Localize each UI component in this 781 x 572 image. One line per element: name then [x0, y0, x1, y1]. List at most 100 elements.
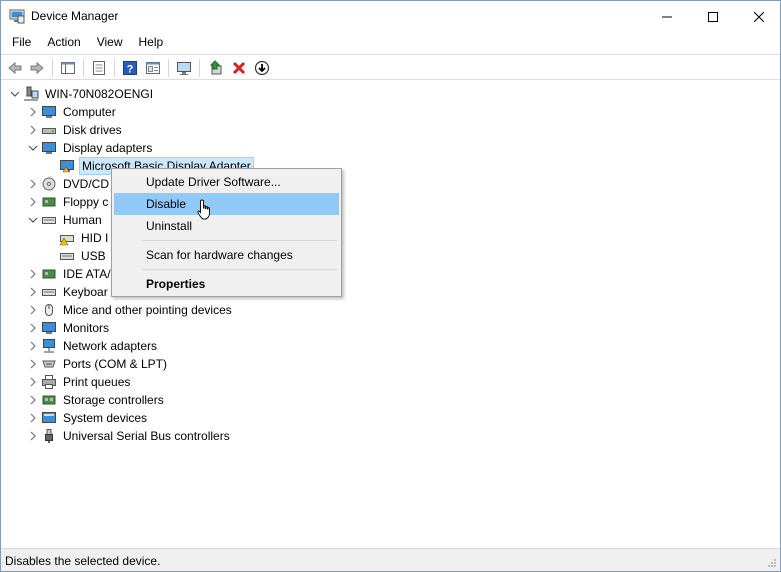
- close-button[interactable]: [736, 1, 781, 32]
- chevron-right-icon[interactable]: [25, 103, 41, 121]
- ide-controller-icon: [41, 266, 57, 282]
- uninstall-device-button[interactable]: [229, 58, 249, 78]
- tree-item-usb[interactable]: USB: [43, 247, 108, 265]
- menu-file[interactable]: File: [1, 32, 39, 53]
- chevron-down-icon[interactable]: [7, 85, 23, 103]
- usb-plug-icon: [41, 428, 57, 444]
- back-button[interactable]: [5, 58, 25, 78]
- tree-root[interactable]: WIN-70N082OENGI: [7, 85, 155, 103]
- display-adapter-icon: [41, 140, 57, 156]
- title-bar: Device Manager: [1, 1, 780, 32]
- tree-item-print-queues[interactable]: Print queues: [25, 373, 132, 391]
- hand-pointer-icon: [197, 199, 210, 220]
- device-manager-icon: [9, 8, 25, 24]
- chevron-right-icon[interactable]: [25, 283, 41, 301]
- window-title: Device Manager: [31, 9, 119, 23]
- minimize-button[interactable]: [644, 1, 690, 32]
- tree-item-monitors[interactable]: Monitors: [25, 319, 111, 337]
- chevron-right-icon[interactable]: [25, 193, 41, 211]
- chevron-right-icon[interactable]: [25, 301, 41, 319]
- update-driver-button[interactable]: [206, 58, 226, 78]
- show-hide-console-tree-button[interactable]: [58, 58, 78, 78]
- chevron-right-icon[interactable]: [25, 337, 41, 355]
- mouse-icon: [41, 302, 57, 318]
- tree-item-display-adapters[interactable]: Display adapters: [25, 139, 154, 157]
- menu-uninstall[interactable]: Uninstall: [114, 215, 339, 237]
- menu-help[interactable]: Help: [131, 32, 172, 53]
- status-bar: Disables the selected device.: [1, 548, 780, 571]
- chevron-right-icon[interactable]: [25, 391, 41, 409]
- status-text: Disables the selected device.: [5, 554, 161, 568]
- network-adapter-icon: [41, 338, 57, 354]
- monitor-icon: [41, 320, 57, 336]
- device-manager-window: Device Manager File Action View Help ? W…: [0, 0, 781, 572]
- chevron-right-icon[interactable]: [25, 121, 41, 139]
- maximize-button[interactable]: [690, 1, 736, 32]
- tree-item-human-interface[interactable]: Human: [25, 211, 104, 229]
- properties-icon: [93, 61, 105, 75]
- printer-icon: [41, 374, 57, 390]
- display-adapter-warning-icon: [59, 158, 75, 174]
- tree-item-ports[interactable]: Ports (COM & LPT): [25, 355, 169, 373]
- computer-icon: [41, 104, 57, 120]
- help-icon: ?: [123, 61, 137, 76]
- red-x-icon: [232, 61, 246, 75]
- tree-item-network-adapters[interactable]: Network adapters: [25, 337, 159, 355]
- tree-item-floppy[interactable]: Floppy c: [25, 193, 110, 211]
- tree-item-dvd-cd[interactable]: DVD/CD: [25, 175, 111, 193]
- menu-properties[interactable]: Properties: [114, 273, 339, 295]
- tree-item-mice[interactable]: Mice and other pointing devices: [25, 301, 234, 319]
- computer-network-icon: [23, 86, 39, 102]
- keyboard-icon: [41, 284, 57, 300]
- action-view-button[interactable]: [143, 58, 163, 78]
- help-button[interactable]: ?: [120, 58, 140, 78]
- menu-disable[interactable]: Disable: [114, 193, 339, 215]
- tree-item-storage-controllers[interactable]: Storage controllers: [25, 391, 166, 409]
- context-menu: Update Driver Software... Disable Uninst…: [111, 168, 342, 297]
- console-tree-icon: [61, 62, 75, 74]
- chevron-down-icon[interactable]: [25, 139, 41, 157]
- disk-drive-icon: [41, 122, 57, 138]
- forward-arrow-icon: [30, 61, 44, 75]
- hid-warning-icon: [59, 230, 75, 246]
- tree-item-ide-ata[interactable]: IDE ATA/: [25, 265, 113, 283]
- properties-toolbar-button[interactable]: [89, 58, 109, 78]
- tree-item-hid[interactable]: HID I: [43, 229, 110, 247]
- menu-update-driver[interactable]: Update Driver Software...: [114, 171, 339, 193]
- chevron-right-icon[interactable]: [25, 265, 41, 283]
- port-icon: [41, 356, 57, 372]
- chevron-right-icon[interactable]: [25, 355, 41, 373]
- resize-grip-icon[interactable]: [767, 558, 777, 568]
- chevron-right-icon[interactable]: [25, 409, 41, 427]
- monitor-scan-icon: [177, 62, 191, 75]
- keyboard-icon: [41, 212, 57, 228]
- view-pane-icon: [146, 62, 160, 74]
- system-devices-icon: [41, 410, 57, 426]
- tree-item-system-devices[interactable]: System devices: [25, 409, 149, 427]
- device-tree: WIN-70N082OENGI Computer Disk drives Dis…: [1, 81, 780, 547]
- chevron-right-icon[interactable]: [25, 175, 41, 193]
- update-driver-icon: [209, 60, 222, 75]
- menu-separator: [142, 269, 337, 270]
- dvd-drive-icon: [41, 176, 57, 192]
- chevron-down-icon[interactable]: [25, 211, 41, 229]
- tree-item-disk-drives[interactable]: Disk drives: [25, 121, 124, 139]
- tree-item-usb-controllers[interactable]: Universal Serial Bus controllers: [25, 427, 232, 445]
- menu-view[interactable]: View: [89, 32, 131, 53]
- tree-item-computer[interactable]: Computer: [25, 103, 118, 121]
- scan-hardware-button[interactable]: [174, 58, 194, 78]
- disable-device-button[interactable]: [252, 58, 272, 78]
- tree-item-keyboards[interactable]: Keyboar: [25, 283, 110, 301]
- svg-text:?: ?: [127, 64, 134, 76]
- chevron-right-icon[interactable]: [25, 427, 41, 445]
- storage-controller-icon: [41, 392, 57, 408]
- menu-bar: File Action View Help: [1, 32, 780, 53]
- forward-button[interactable]: [27, 58, 47, 78]
- menu-scan-hardware[interactable]: Scan for hardware changes: [114, 244, 339, 266]
- usb-input-icon: [59, 248, 75, 264]
- chevron-right-icon[interactable]: [25, 319, 41, 337]
- menu-action[interactable]: Action: [39, 32, 88, 53]
- floppy-controller-icon: [41, 194, 57, 210]
- down-arrow-circle-icon: [254, 60, 270, 76]
- chevron-right-icon[interactable]: [25, 373, 41, 391]
